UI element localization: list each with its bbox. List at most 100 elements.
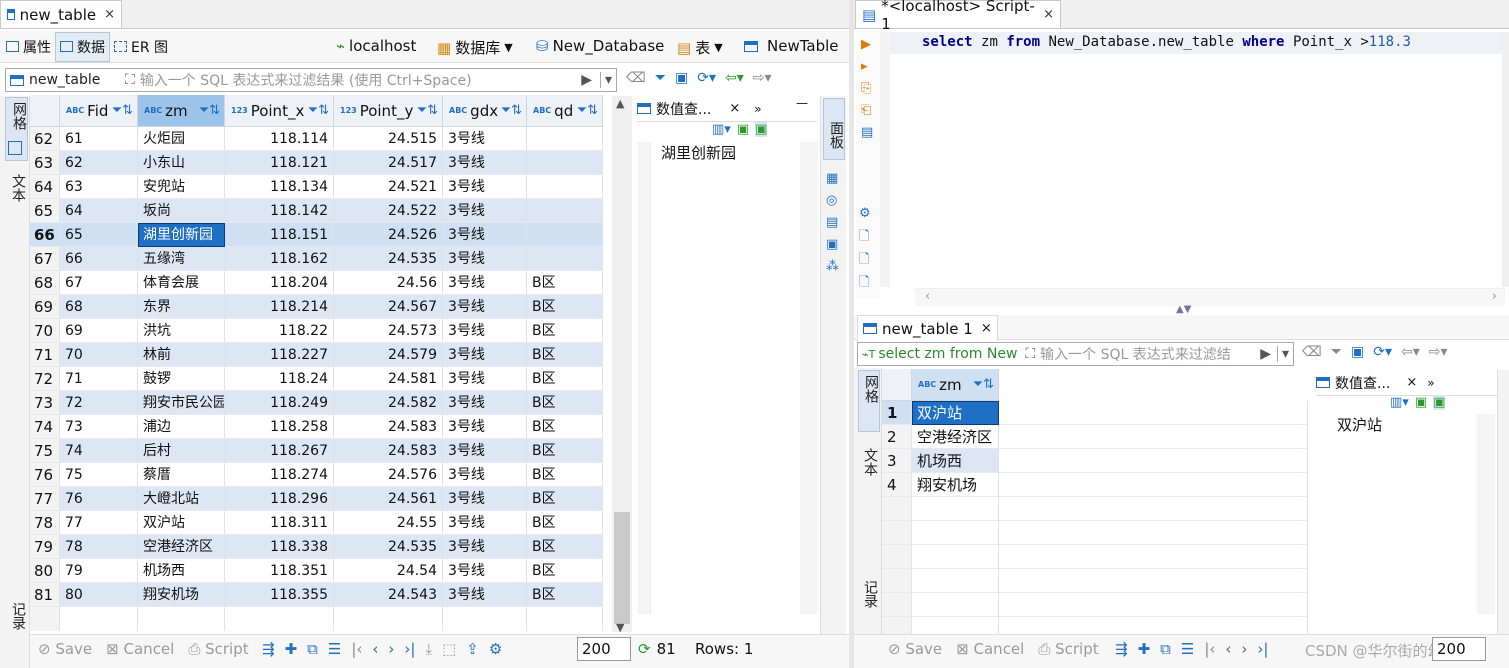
table-cell[interactable]: 东界	[138, 295, 225, 319]
refresh-icon[interactable]: ⟳▾	[1373, 344, 1392, 360]
table-cell[interactable]: 76	[60, 487, 138, 511]
close-icon[interactable]: ×	[1043, 7, 1054, 22]
fetch-all-icon[interactable]: ⬚	[442, 640, 456, 658]
table-cell[interactable]: 70	[60, 343, 138, 367]
auto-apply-icon[interactable]: ▣	[755, 122, 768, 137]
table-row[interactable]: 78 77 双沪站 118.311 24.55 3号线 B区	[30, 511, 603, 535]
more-tabs-icon[interactable]: »	[754, 102, 761, 116]
more-tabs-icon[interactable]: »	[1427, 376, 1434, 390]
table-cell[interactable]: 24.522	[334, 199, 443, 223]
column-header-fid[interactable]: ABC Fid ⏷⇅	[60, 95, 138, 127]
side-tab-record[interactable]: 记录	[5, 600, 28, 640]
table-cell[interactable]: 69	[60, 319, 138, 343]
settings-icon[interactable]: ⚙	[859, 202, 871, 225]
vertical-scrollbar[interactable]: ▲ ▼	[612, 96, 632, 634]
table-cell[interactable]: 翔安市民公园	[138, 391, 225, 415]
value-panel-content[interactable]: 湖里创新园	[650, 142, 800, 614]
tab-script[interactable]: ▤ *<localhost> Script-1 ×	[855, 0, 1061, 33]
table-row[interactable]: 2 空港经济区	[882, 425, 1308, 449]
close-icon[interactable]: ×	[1406, 375, 1417, 390]
auto-apply-icon[interactable]: ▣	[1433, 395, 1446, 410]
table-row[interactable]: 70 69 洪坑 118.22 24.573 3号线 B区	[30, 319, 603, 343]
schema-selector[interactable]: ⛁ New_Database	[536, 37, 664, 55]
metadata-panel-icon[interactable]: ▣	[826, 234, 839, 256]
tab-result[interactable]: new_table 1 ×	[857, 315, 998, 341]
table-cell[interactable]: B区	[527, 319, 603, 343]
script-button[interactable]: ⎙ Script	[1038, 640, 1098, 658]
close-icon[interactable]: ×	[981, 321, 992, 336]
save-button[interactable]: ⊘ Save	[38, 640, 92, 658]
scroll-up-icon[interactable]: ▲	[616, 97, 624, 110]
connection-selector[interactable]: ⌁ localhost	[336, 37, 416, 55]
table-cell[interactable]	[527, 151, 603, 175]
table-cell[interactable]: B区	[527, 391, 603, 415]
table-row[interactable]: 71 70 林前 118.227 24.579 3号线 B区	[30, 343, 603, 367]
table-row[interactable]: 65 64 坂尚 118.142 24.522 3号线	[30, 199, 603, 223]
table-cell[interactable]: 蔡厝	[138, 463, 225, 487]
table-cell[interactable]: 3号线	[443, 391, 527, 415]
table-row[interactable]: 4 翔安机场	[882, 473, 1308, 497]
export-script-icon[interactable]: 🗋	[859, 271, 871, 294]
export-icon[interactable]: ⇪	[466, 640, 479, 658]
table-cell[interactable]: 118.227	[225, 343, 334, 367]
table-row[interactable]: 69 68 东界 118.214 24.567 3号线 B区	[30, 295, 603, 319]
table-cell[interactable]	[527, 247, 603, 271]
result-filter-input[interactable]: 输入一个 SQL 表达式来过滤结	[1040, 344, 1254, 364]
table-row[interactable]: 77 76 大嶝北站 118.296 24.561 3号线 B区	[30, 487, 603, 511]
table-cell[interactable]: 24.583	[334, 439, 443, 463]
sort-filter-icon[interactable]: ⏷⇅	[973, 377, 994, 392]
side-tab-record[interactable]: 记录	[858, 580, 880, 630]
table-cell[interactable]: 3号线	[443, 127, 527, 151]
table-cell[interactable]: 118.162	[225, 247, 334, 271]
table-cell[interactable]: 118.355	[225, 583, 334, 607]
table-cell[interactable]: 机场西	[912, 449, 999, 473]
table-cell[interactable]: 3号线	[443, 511, 527, 535]
prev-page-icon[interactable]: ‹	[372, 640, 378, 658]
table-row[interactable]: 72 71 鼓锣 118.24 24.581 3号线 B区	[30, 367, 603, 391]
run-filter-icon[interactable]: ▶	[1260, 346, 1271, 362]
filter-icon[interactable]: ⏷	[655, 70, 666, 86]
first-page-icon[interactable]: |‹	[351, 640, 362, 658]
table-cell[interactable]: 3号线	[443, 319, 527, 343]
table-cell[interactable]: B区	[527, 487, 603, 511]
copy-row-icon[interactable]: ⧉	[1160, 640, 1171, 658]
value-panel-icon[interactable]: ◎	[826, 190, 839, 212]
editor-hscrollbar[interactable]: ‹ ›	[915, 288, 1505, 306]
table-cell[interactable]: 24.573	[334, 319, 443, 343]
history-dropdown-icon[interactable]: ▾	[1276, 346, 1289, 362]
table-cell[interactable]: 79	[60, 559, 138, 583]
table-cell[interactable]: 3号线	[443, 247, 527, 271]
sort-filter-icon[interactable]: ⏷⇅	[417, 103, 438, 118]
fetch-size-input[interactable]: 200	[577, 637, 631, 661]
table-cell[interactable]: 机场西	[138, 559, 225, 583]
result-filter-bar[interactable]: ⌁T select zm from New ⛶ 输入一个 SQL 表达式来过滤结…	[857, 342, 1294, 366]
table-row[interactable]: 75 74 后村 118.267 24.583 3号线 B区	[30, 439, 603, 463]
table-cell[interactable]: 24.55	[334, 511, 443, 535]
table-cell[interactable]: 24.583	[334, 415, 443, 439]
filter-bar[interactable]: new_table ⛶ 输入一个 SQL 表达式来过滤结果 (使用 Ctrl+S…	[5, 68, 617, 92]
table-cell[interactable]: 74	[60, 439, 138, 463]
table-cell[interactable]: 118.249	[225, 391, 334, 415]
edit-row-icon[interactable]: ⇶	[262, 640, 275, 658]
tab-data[interactable]: 数据	[55, 31, 110, 62]
scrollbar-thumb[interactable]	[614, 512, 630, 624]
tab-er[interactable]: ER 图	[110, 32, 172, 62]
last-page-icon[interactable]: ›|	[404, 640, 415, 658]
sort-filter-icon[interactable]: ⏷⇅	[199, 103, 220, 118]
table-cell[interactable]: 空港经济区	[138, 535, 225, 559]
table-cell[interactable]: 3号线	[443, 439, 527, 463]
table-cell[interactable]: 小东山	[138, 151, 225, 175]
table-row[interactable]: 68 67 体育会展 118.204 24.56 3号线 B区	[30, 271, 603, 295]
value-panel-scrollbar[interactable]	[1477, 414, 1495, 614]
side-tab-panels[interactable]: 面板	[823, 98, 845, 160]
eraser-icon[interactable]: ⌫	[1302, 344, 1322, 360]
content-type-icon[interactable]: ▥▾	[712, 122, 731, 137]
execute-script-new-tab-icon[interactable]: ⎗	[861, 100, 873, 122]
run-filter-icon[interactable]: ▶	[581, 72, 592, 88]
table-cell[interactable]: B区	[527, 343, 603, 367]
table-cell[interactable]: 78	[60, 535, 138, 559]
newtable-selector[interactable]: NewTable	[744, 37, 839, 55]
fetch-page-icon[interactable]: ⤓	[425, 640, 432, 658]
table-cell[interactable]: 翔安机场	[912, 473, 999, 497]
result-grid[interactable]: 1 双沪站 2 空港经济区 3 机场西 4 翔安机场	[882, 401, 1308, 641]
